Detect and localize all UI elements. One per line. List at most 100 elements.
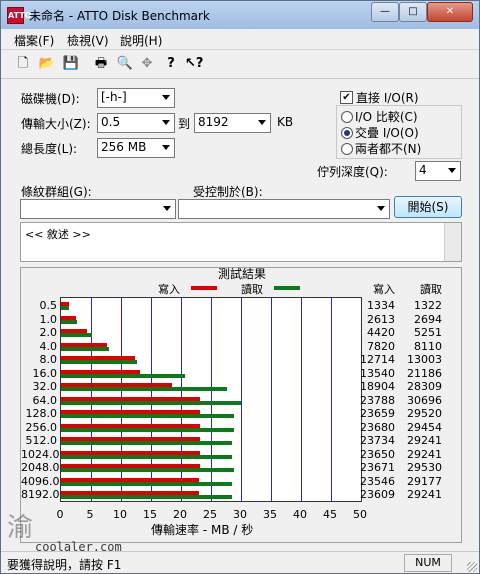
print-preview-icon[interactable]: 🔍 [116,55,134,73]
direct-io-label: 直接 I/O(R) [356,91,419,105]
maximize-button[interactable]: □ [399,2,427,22]
read-bar [61,400,241,405]
y-category-label: 16.0 [32,366,58,380]
x-tick-label: 15 [143,508,157,521]
read-bar [61,427,234,432]
resize-grip[interactable] [467,562,477,572]
overlapped-io-radio[interactable] [341,127,353,139]
stripe-group-select[interactable] [20,199,176,219]
new-icon[interactable]: 🗋 [14,55,32,73]
x-tick-label: 25 [203,508,217,521]
gridline [271,298,272,501]
x-tick-label: 30 [233,508,247,521]
legend-read-label: 讀取 [241,283,263,296]
total-length-select[interactable]: 256 MB [97,138,175,158]
read-bar [61,495,233,499]
menu-view[interactable]: 檢視(V) [67,32,109,49]
read-bar [61,319,77,324]
legend-write-swatch [191,286,217,290]
read-value: 13003 [407,353,442,366]
watermark: 渝 coolaler.com [3,507,123,554]
io-compare-radio[interactable] [341,111,353,123]
read-bar [61,333,92,337]
read-bar [61,373,186,378]
read-value: 29241 [407,488,442,501]
chevron-down-icon [162,145,170,150]
io-mode-group: I/O 比較(C) 交疊 I/O(O) 兩者都不(N) [336,105,462,159]
drive-label: 磁碟機(D): [21,92,80,106]
results-panel: 測試結果 寫入 讀取 寫入 讀取 0.5 1.0 2.0 4.0 8.0 16.0 32.0… [20,267,462,543]
read-value: 29520 [407,407,442,420]
chevron-down-icon [162,120,170,125]
save-icon[interactable]: 💾 [62,55,80,73]
menu-file[interactable]: 檔案(F) [14,32,54,49]
open-icon[interactable]: 📂 [38,55,56,73]
watermark-glyph: 渝 [7,513,34,543]
close-button[interactable]: ✕ [427,2,473,22]
gridline [301,298,302,501]
start-button[interactable]: 開始(S) [394,196,462,218]
minimize-button[interactable]: — [371,2,399,22]
read-value: 29241 [407,434,442,447]
neither-radio[interactable] [341,143,353,155]
read-bar [61,468,235,472]
write-value: 2613 [367,312,395,326]
stripe-group-label: 條紋群組(G): [21,185,92,199]
kb-label: KB [277,115,294,129]
x-tick-label: 45 [323,508,337,521]
context-help-icon[interactable]: ↖? [185,55,203,73]
write-value: 23546 [360,474,395,488]
help-icon[interactable]: ? [162,55,180,73]
y-category-label: 8192.0 [21,488,60,501]
chevron-down-icon [163,206,171,211]
y-category-label: 4096.0 [21,474,60,488]
read-bar [61,387,227,391]
x-tick-label: 40 [293,508,307,521]
plot-area [60,297,362,502]
y-category-label: 8.0 [39,353,58,366]
x-tick-label: 35 [263,508,277,521]
chevron-down-icon [162,95,170,100]
read-bar [61,454,233,459]
menu-bar: 檔案(F) 檢視(V) 說明(H) [1,29,479,50]
window-title: 未命名 - ATTO Disk Benchmark [29,9,210,23]
overlapped-io-label: 交疊 I/O(O) [355,126,419,140]
write-value: 23659 [360,407,395,420]
y-category-label: 0.5 [39,299,58,312]
description-textarea[interactable]: << 敘述 >> [20,222,462,262]
transfer-size-label: 傳輸大小(Z): [21,117,91,131]
toolbar: 🗋 📂 💾 🖶 🔍 ✥ ? ↖? [1,50,479,79]
y-category-label: 512.0 [25,434,58,447]
menu-help[interactable]: 說明(H) [120,32,162,49]
controlled-by-select[interactable] [178,199,390,219]
drive-select[interactable]: [-h-] [97,88,175,108]
write-value: 23788 [360,393,395,407]
app-window: ATTO 未命名 - ATTO Disk Benchmark — □ ✕ 檔案(… [0,0,480,574]
write-value: 23734 [360,434,395,447]
read-value: 29530 [407,461,442,474]
x-tick-label: 50 [353,508,367,521]
queue-depth-select[interactable]: 4 [415,161,461,181]
y-category-label: 1.0 [39,312,58,326]
write-value: 7820 [367,339,395,353]
transfer-size-from-select[interactable]: 0.5 [97,113,175,133]
read-bar [61,360,138,364]
write-value: 18904 [360,380,395,393]
read-bar [61,481,232,486]
read-value: 28309 [407,380,442,393]
print-icon[interactable]: 🖶 [92,55,110,73]
description-scrollbar[interactable] [444,223,461,261]
read-value: 5251 [414,326,442,339]
read-value: 29241 [407,447,442,461]
gridline [241,298,242,501]
move-icon[interactable]: ✥ [138,55,156,73]
direct-io-checkbox[interactable]: ✔ [340,91,353,104]
read-value: 2694 [414,312,442,326]
gridline [331,298,332,501]
atto-app-icon: ATTO [7,7,31,24]
transfer-size-to-select[interactable]: 8192 [194,113,271,133]
y-category-label: 4.0 [39,339,58,353]
write-value: 13540 [360,366,395,380]
total-length-label: 總長度(L): [21,142,78,156]
title-bar[interactable]: ATTO 未命名 - ATTO Disk Benchmark — □ ✕ [1,1,479,29]
